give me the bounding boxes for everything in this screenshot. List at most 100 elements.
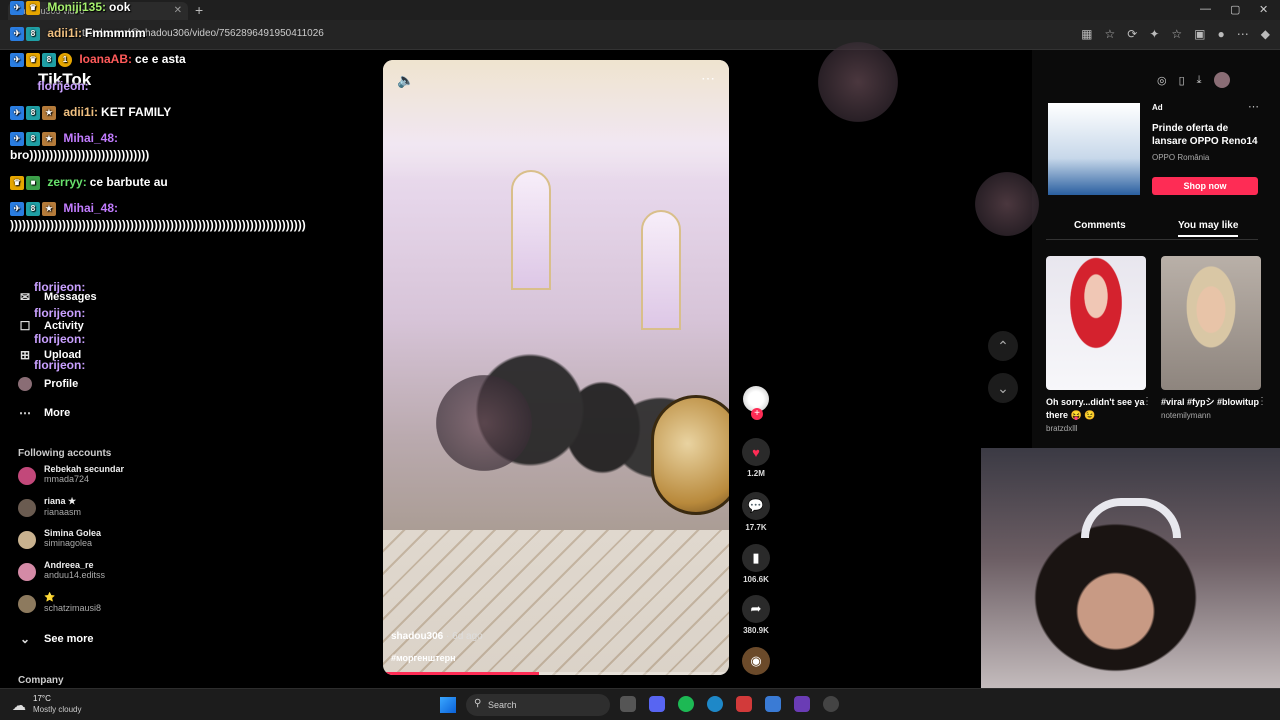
more-icon[interactable]: ⋯	[1248, 100, 1259, 113]
close-window-icon[interactable]: ✕	[1259, 3, 1268, 16]
prime-badge-icon: ✈	[10, 131, 24, 146]
avatar	[18, 595, 36, 613]
company-link[interactable]: Company	[18, 675, 64, 686]
discord-icon[interactable]	[649, 696, 665, 712]
stream-sticker	[436, 375, 532, 471]
shop-now-button[interactable]: Shop now	[1152, 177, 1258, 195]
download-icon[interactable]: ⤓	[1197, 74, 1202, 88]
video-progress[interactable]	[383, 672, 729, 675]
prime-badge-icon: ✈	[10, 0, 24, 15]
nav-more[interactable]: ⋯ More	[18, 406, 70, 420]
more-icon[interactable]: ⋮	[1257, 396, 1267, 407]
one-badge-icon: 1	[58, 52, 72, 67]
comment-action[interactable]: 💬 17.7K	[740, 492, 772, 532]
app-icon[interactable]	[794, 696, 810, 712]
volume-icon[interactable]: 🔈	[397, 72, 414, 89]
collections-icon[interactable]: ▣	[1194, 27, 1205, 41]
compass-icon[interactable]: ◎	[1157, 74, 1167, 88]
nav-label: Activity	[44, 320, 84, 332]
chat-message: florijeon:	[37, 79, 89, 93]
video-frame	[383, 60, 729, 180]
chevron-down-icon: ⌄	[19, 632, 31, 646]
puzzle-icon[interactable]: ✦	[1149, 27, 1159, 41]
suggestion-card[interactable]: Oh sorry...didn't see ya there 😝 😉 bratz…	[1046, 256, 1152, 433]
next-video-button[interactable]: ⌄	[988, 373, 1018, 403]
obs-icon[interactable]	[823, 696, 839, 712]
follow-plus-icon[interactable]: +	[751, 408, 763, 420]
browser-tab-bar: shadou306 video ✕ + — ▢ ✕	[0, 0, 1280, 20]
nav-profile[interactable]: Profile	[18, 377, 78, 391]
new-tab-button[interactable]: +	[195, 2, 203, 18]
avatar	[18, 467, 36, 485]
ad-title[interactable]: Prinde oferta de lansare OPPO Reno14	[1152, 122, 1262, 148]
crown-badge-icon: ♛	[10, 175, 24, 190]
avatar	[18, 563, 36, 581]
chat-message: ✈ 8 adii1i: Fmmmmm	[10, 26, 146, 41]
nav-label: Profile	[44, 378, 79, 390]
more-icon[interactable]: ⋮	[1142, 396, 1152, 407]
chat-message: ✈ ♛ 8 1 IoanaAB: ce e asta	[10, 52, 186, 67]
favorites-icon[interactable]: ☆	[1171, 27, 1182, 41]
video-frame	[651, 395, 729, 515]
reader-icon[interactable]: ▦	[1081, 27, 1092, 41]
more-icon[interactable]: ⋯	[1237, 27, 1249, 41]
file-explorer-icon[interactable]	[620, 696, 636, 712]
windows-start-icon[interactable]	[440, 697, 456, 713]
video-player[interactable]: 🔈 ⋯ shadou306 · 6d ago #моргенштерн	[383, 60, 729, 675]
chat-message-text: bro))))))))))))))))))))))))))))))	[10, 148, 150, 162]
tab-you-may-like[interactable]: You may like	[1178, 220, 1239, 237]
see-more-button[interactable]: ⌄ See more	[18, 632, 94, 646]
phone-icon[interactable]: ▯	[1179, 74, 1185, 88]
crown-badge-icon: ♛	[26, 52, 40, 67]
copilot-icon[interactable]: ◆	[1261, 27, 1270, 41]
heart-icon: ♥	[742, 438, 770, 466]
video-hashtag[interactable]: #моргенштерн	[391, 653, 456, 663]
stream-sticker	[818, 42, 898, 122]
following-account[interactable]: riana ★ rianaasm	[18, 496, 81, 517]
crown-badge-icon: ♛	[26, 0, 40, 15]
edge-icon[interactable]	[707, 696, 723, 712]
stream-sticker	[975, 172, 1039, 236]
share-action[interactable]: ➦ 380.9K	[740, 595, 772, 635]
profile-icon[interactable]: ●	[1218, 27, 1225, 41]
close-icon[interactable]: ✕	[174, 5, 182, 16]
more-icon: ⋯	[19, 406, 31, 420]
nav-activity[interactable]: ☐ Activity	[18, 319, 84, 333]
avatar[interactable]	[1213, 72, 1230, 88]
progress-fill	[383, 672, 539, 675]
video-author[interactable]: shadou306 · 6d ago	[391, 631, 483, 642]
comment-icon: 💬	[742, 492, 770, 520]
headset	[1081, 498, 1181, 538]
action-column: + ♥ 1.2M 💬 17.7K ▮ 106.6K ➦ 380.9K ◉	[740, 50, 772, 688]
url-field[interactable]: tiktok.com/@shadou306/video/756289649195…	[82, 28, 1062, 39]
app-icon[interactable]	[765, 696, 781, 712]
ad-image[interactable]	[1048, 103, 1140, 195]
suggestion-card[interactable]: #viral #fypシ #blowitup notemilymann ⋮	[1161, 256, 1267, 420]
following-header: Following accounts	[18, 448, 112, 459]
star-icon[interactable]: ☆	[1105, 27, 1116, 41]
taskbar: ☁ 17°C Mostly cloudy ⚲ Search	[0, 688, 1280, 720]
emote-badge-icon: ★	[42, 131, 56, 146]
save-action[interactable]: ▮ 106.6K	[740, 544, 772, 584]
following-account[interactable]: ⭐ schatzimausi8	[18, 592, 101, 613]
music-disc[interactable]: ◉	[740, 647, 772, 675]
maximize-icon[interactable]: ▢	[1230, 3, 1240, 16]
extension-icon[interactable]: ⟳	[1127, 27, 1137, 41]
activity-icon: ☐	[19, 319, 31, 333]
tab-comments[interactable]: Comments	[1074, 220, 1126, 231]
app-icon[interactable]	[736, 696, 752, 712]
sub-badge-icon: 8	[42, 52, 56, 67]
following-account[interactable]: Rebekah secundar mmada724	[18, 464, 124, 485]
weather-temp[interactable]: 17°C	[33, 694, 51, 703]
more-icon[interactable]: ⋯	[701, 70, 715, 87]
following-account[interactable]: Simina Golea siminagolea	[18, 528, 101, 549]
chat-message: florijeon:	[34, 332, 86, 346]
like-action[interactable]: ♥ 1.2M	[740, 438, 772, 478]
minimize-icon[interactable]: —	[1200, 3, 1211, 15]
previous-video-button[interactable]: ⌃	[988, 331, 1018, 361]
sub-badge-icon: 8	[26, 26, 40, 41]
taskbar-search[interactable]: ⚲ Search	[466, 694, 610, 716]
following-account[interactable]: Andreea_re anduu14.editss	[18, 560, 105, 581]
chat-message: florijeon:	[34, 306, 86, 320]
spotify-icon[interactable]	[678, 696, 694, 712]
